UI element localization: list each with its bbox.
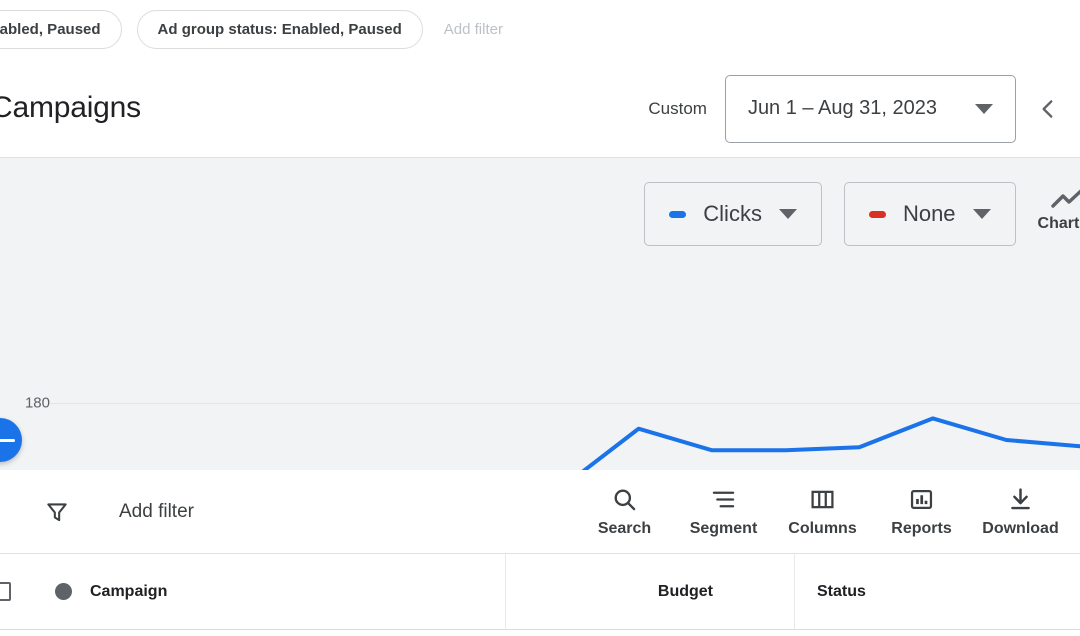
column-header-label: Budget bbox=[657, 582, 713, 600]
column-header-label: Campaign bbox=[90, 582, 168, 600]
toolbar-columns-button[interactable]: Columns bbox=[773, 486, 872, 538]
date-range-value: Jun 1 – Aug 31, 2023 bbox=[747, 97, 937, 119]
collapse-panel-icon bbox=[0, 438, 15, 442]
metric-color-swatch bbox=[868, 210, 886, 218]
performance-chart-panel: Clicks None Chart ty 180 90 0 bbox=[0, 158, 1080, 470]
y-tick-180: 180 bbox=[24, 394, 50, 412]
search-icon bbox=[614, 489, 636, 510]
column-header-status[interactable]: Status bbox=[795, 554, 1080, 629]
column-header-label: Status bbox=[817, 582, 866, 600]
toolbar-action-label: Columns bbox=[788, 519, 857, 537]
toolbar-action-label: Download bbox=[982, 519, 1059, 537]
campaigns-table-header: Campaign Budget Status bbox=[0, 554, 1080, 630]
toolbar-action-label: Search bbox=[597, 519, 652, 537]
column-header-budget[interactable]: Budget bbox=[506, 554, 795, 629]
reports-icon bbox=[910, 489, 933, 509]
table-toolbar: Add filter Search Segment Columns Report… bbox=[0, 470, 1080, 554]
primary-metric-selector[interactable]: Clicks bbox=[644, 182, 822, 246]
status-circle-icon bbox=[54, 583, 72, 600]
download-icon bbox=[1011, 487, 1030, 509]
funnel-icon[interactable] bbox=[44, 499, 70, 525]
previous-period-button[interactable] bbox=[1016, 96, 1080, 122]
line-chart-icon bbox=[1051, 189, 1080, 208]
checkbox-icon bbox=[0, 582, 11, 601]
status-column-header[interactable] bbox=[36, 554, 90, 629]
page-title: Campaigns bbox=[0, 91, 141, 124]
toolbar-action-label: Reports bbox=[891, 519, 952, 537]
toolbar-reports-button[interactable]: Reports bbox=[872, 486, 971, 538]
chevron-down-icon bbox=[778, 209, 797, 219]
gridline-180 bbox=[50, 403, 1080, 404]
filter-chip-campaign-status[interactable]: s: Enabled, Paused bbox=[0, 10, 122, 49]
campaigns-page: s: Enabled, Paused Ad group status: Enab… bbox=[0, 0, 1080, 636]
toolbar-search-button[interactable]: Search bbox=[575, 486, 674, 538]
column-header-campaign[interactable]: Campaign bbox=[90, 554, 506, 629]
chart-metric-controls: Clicks None Chart ty bbox=[644, 182, 1080, 246]
filter-chip-label: Ad group status: Enabled, Paused bbox=[157, 21, 402, 38]
toolbar-action-label: Segment bbox=[689, 519, 758, 537]
columns-icon bbox=[811, 490, 834, 508]
toolbar-actions: Search Segment Columns Reports Download bbox=[575, 486, 1070, 538]
segment-icon bbox=[712, 491, 735, 507]
filter-chip-ad-group-status[interactable]: Ad group status: Enabled, Paused bbox=[136, 10, 423, 49]
secondary-metric-label: None bbox=[902, 201, 956, 226]
select-all-checkbox[interactable] bbox=[0, 554, 36, 629]
filter-chip-bar: s: Enabled, Paused Ad group status: Enab… bbox=[0, 0, 1080, 59]
date-range-controls: Custom Jun 1 – Aug 31, 2023 bbox=[648, 59, 1080, 158]
toolbar-download-button[interactable]: Download bbox=[971, 486, 1070, 538]
metric-color-swatch bbox=[669, 210, 687, 218]
page-header: Campaigns Custom Jun 1 – Aug 31, 2023 bbox=[0, 59, 1080, 158]
chart-type-button[interactable]: Chart ty bbox=[1038, 182, 1080, 233]
filter-chip-label: s: Enabled, Paused bbox=[0, 21, 101, 38]
chevron-down-icon bbox=[975, 103, 993, 114]
secondary-metric-selector[interactable]: None bbox=[843, 182, 1016, 246]
chevron-left-icon bbox=[1042, 99, 1053, 118]
add-filter-chip[interactable]: Add filter bbox=[438, 21, 509, 38]
date-mode-label: Custom bbox=[648, 98, 707, 118]
toolbar-segment-button[interactable]: Segment bbox=[674, 486, 773, 538]
toolbar-add-filter-button[interactable]: Add filter bbox=[119, 501, 194, 523]
primary-metric-label: Clicks bbox=[703, 201, 762, 226]
chart-type-label: Chart ty bbox=[1037, 215, 1080, 232]
chevron-down-icon bbox=[972, 209, 991, 219]
date-range-select[interactable]: Jun 1 – Aug 31, 2023 bbox=[724, 74, 1016, 143]
